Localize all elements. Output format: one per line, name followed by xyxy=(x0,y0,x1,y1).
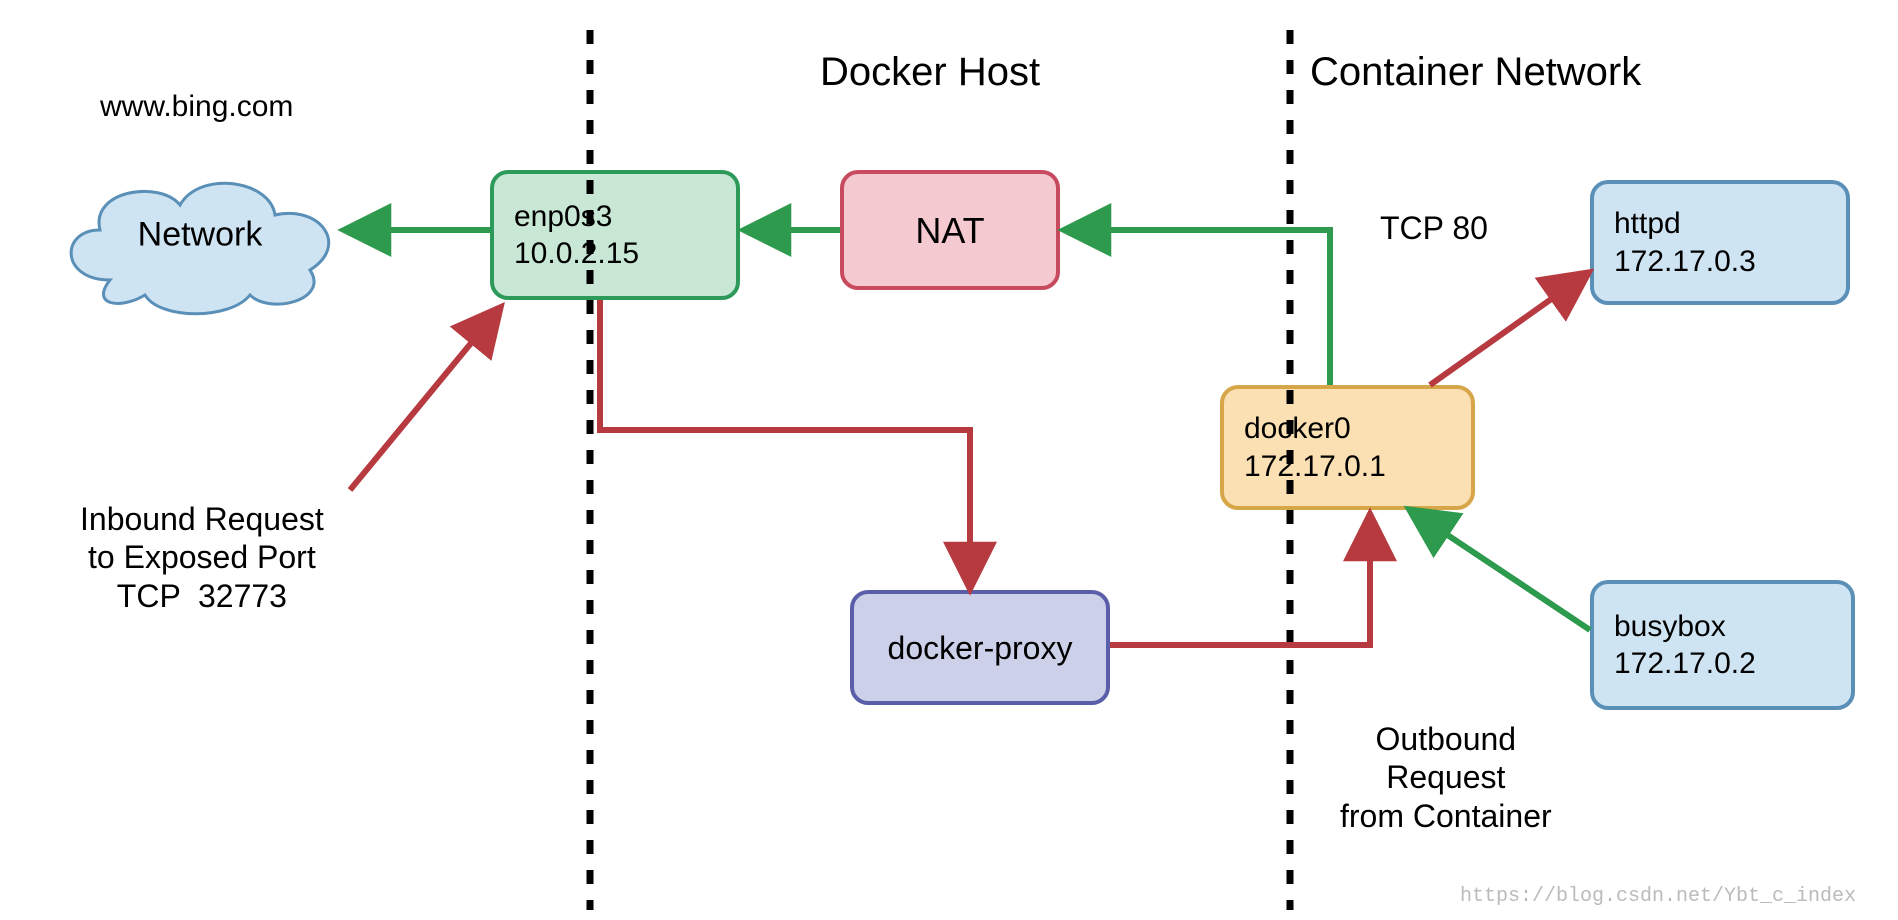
node-docker0-ip: 172.17.0.1 xyxy=(1244,448,1471,486)
node-docker0-name: docker0 xyxy=(1244,410,1471,448)
arrow-enp0s3-to-proxy xyxy=(600,300,970,588)
node-busybox-name: busybox xyxy=(1614,608,1851,646)
node-enp0s3: enp0s3 10.0.2.15 xyxy=(490,170,740,300)
arrow-inbound-to-enp0s3 xyxy=(350,308,500,490)
diagram-lines xyxy=(0,0,1898,920)
caption-tcp80: TCP 80 xyxy=(1380,210,1488,247)
caption-outbound: Outbound Request from Container xyxy=(1340,720,1552,835)
title-docker-host: Docker Host xyxy=(820,50,1040,95)
node-docker-proxy-name: docker-proxy xyxy=(888,628,1073,668)
title-container-network: Container Network xyxy=(1310,50,1641,95)
node-busybox: busybox 172.17.0.2 xyxy=(1590,580,1855,710)
node-httpd-ip: 172.17.0.3 xyxy=(1614,243,1846,281)
watermark: https://blog.csdn.net/Ybt_c_index xyxy=(1460,885,1856,908)
node-docker-proxy: docker-proxy xyxy=(850,590,1110,705)
caption-inbound: Inbound Request to Exposed Port TCP 3277… xyxy=(80,500,324,615)
arrow-busybox-to-docker0 xyxy=(1410,510,1590,630)
network-cloud: Network xyxy=(50,150,350,320)
node-nat: NAT xyxy=(840,170,1060,290)
external-url-label: www.bing.com xyxy=(100,90,293,124)
arrow-proxy-to-docker0 xyxy=(1110,515,1370,645)
node-httpd-name: httpd xyxy=(1614,205,1846,243)
cloud-label: Network xyxy=(50,216,350,255)
node-enp0s3-name: enp0s3 xyxy=(514,198,736,236)
node-httpd: httpd 172.17.0.3 xyxy=(1590,180,1850,305)
node-busybox-ip: 172.17.0.2 xyxy=(1614,645,1851,683)
arrow-docker0-to-nat xyxy=(1065,230,1330,385)
node-docker0: docker0 172.17.0.1 xyxy=(1220,385,1475,510)
node-nat-name: NAT xyxy=(915,208,984,253)
node-enp0s3-ip: 10.0.2.15 xyxy=(514,235,736,273)
arrow-docker0-to-httpd xyxy=(1430,273,1588,385)
